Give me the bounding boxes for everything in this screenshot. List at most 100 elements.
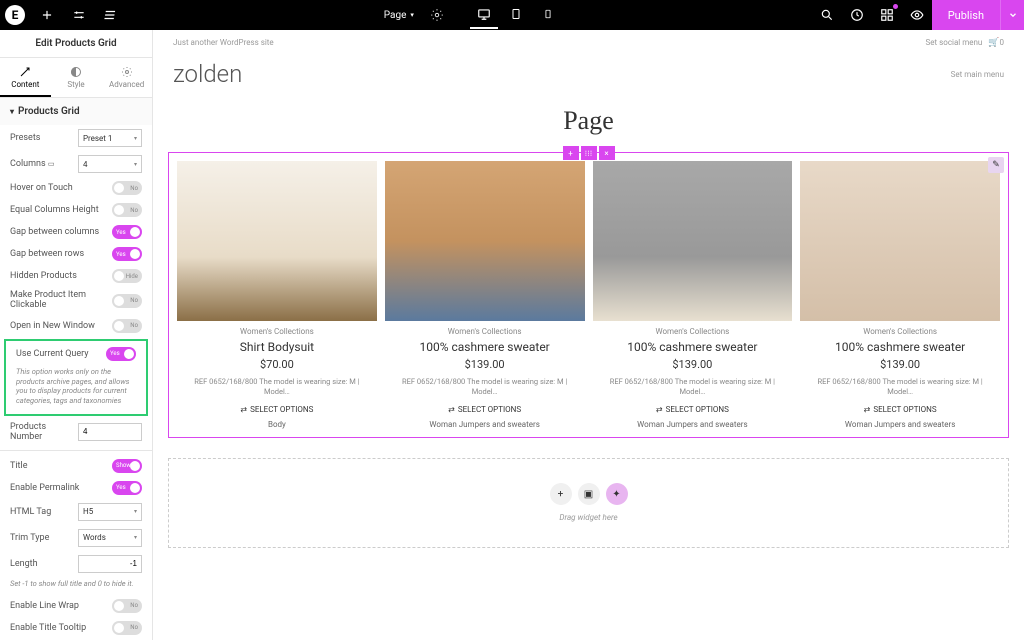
- site-settings-icon[interactable]: [64, 0, 94, 30]
- cart-icon: ⇄: [240, 405, 247, 414]
- publish-options-icon[interactable]: [1000, 0, 1024, 30]
- label-use-query: Use Current Query: [16, 349, 106, 359]
- product-card[interactable]: Women's Collections 100% cashmere sweate…: [593, 161, 793, 429]
- structure-icon[interactable]: [96, 0, 126, 30]
- toggle-clickable[interactable]: No: [112, 294, 142, 308]
- product-card[interactable]: Women's Collections 100% cashmere sweate…: [800, 161, 1000, 429]
- select-html-tag[interactable]: H5: [78, 503, 142, 521]
- add-section-icon[interactable]: +: [550, 483, 572, 505]
- product-category: Women's Collections: [593, 327, 793, 336]
- publish-button[interactable]: Publish: [932, 0, 1000, 30]
- product-tags[interactable]: Woman Jumpers and sweaters: [385, 420, 585, 429]
- product-title[interactable]: 100% cashmere sweater: [800, 340, 1000, 354]
- product-price: $139.00: [800, 358, 1000, 371]
- input-length[interactable]: [78, 555, 142, 573]
- product-title[interactable]: Shirt Bodysuit: [177, 340, 377, 354]
- label-hidden-prod: Hidden Products: [10, 271, 112, 281]
- tab-advanced[interactable]: Advanced: [101, 58, 152, 97]
- search-icon[interactable]: [812, 0, 842, 30]
- tab-style[interactable]: Style: [51, 58, 102, 97]
- select-trim-type[interactable]: Words: [78, 529, 142, 547]
- highlighted-control: Use Current QueryYes This option works o…: [4, 339, 148, 416]
- toggle-title[interactable]: Show: [112, 459, 142, 473]
- label-length: Length: [10, 559, 78, 569]
- toggle-gap-cols[interactable]: Yes: [112, 225, 142, 239]
- select-columns[interactable]: 4: [78, 155, 142, 173]
- label-title-tooltip: Enable Title Tooltip: [10, 623, 112, 633]
- input-products-num[interactable]: [78, 423, 142, 441]
- product-desc: REF 0652/168/800 The model is wearing si…: [177, 377, 377, 397]
- toggle-enable-permalink[interactable]: Yes: [112, 481, 142, 495]
- label-line-wrap: Enable Line Wrap: [10, 601, 112, 611]
- add-element-icon[interactable]: [32, 0, 62, 30]
- product-tags[interactable]: Body: [177, 420, 377, 429]
- desktop-view-icon[interactable]: [470, 1, 498, 29]
- select-options-button[interactable]: ⇄ SELECT OPTIONS: [800, 405, 1000, 414]
- product-image[interactable]: [800, 161, 1000, 321]
- product-category: Women's Collections: [800, 327, 1000, 336]
- history-icon[interactable]: [842, 0, 872, 30]
- page-dropdown[interactable]: Page ▾: [376, 10, 422, 21]
- select-options-button[interactable]: ⇄ SELECT OPTIONS: [177, 405, 377, 414]
- drop-zone[interactable]: + ▣ ✦ Drag widget here: [168, 458, 1009, 548]
- cart-icon: ⇄: [864, 405, 871, 414]
- product-title[interactable]: 100% cashmere sweater: [385, 340, 585, 354]
- sidebar-panel: Edit Products Grid Content Style Advance…: [0, 30, 153, 640]
- cart-icon[interactable]: 🛒: [988, 38, 999, 48]
- main-menu-link[interactable]: Set main menu: [951, 70, 1004, 79]
- product-card[interactable]: Women's Collections Shirt Bodysuit $70.0…: [177, 161, 377, 429]
- product-tags[interactable]: Woman Jumpers and sweaters: [800, 420, 1000, 429]
- select-presets[interactable]: Preset 1: [78, 129, 142, 147]
- help-use-query: This option works only on the products a…: [6, 365, 146, 412]
- toggle-new-window[interactable]: No: [112, 319, 142, 333]
- tab-content[interactable]: Content: [0, 58, 51, 97]
- widget-close-icon[interactable]: ×: [599, 146, 615, 160]
- label-presets: Presets: [10, 133, 78, 143]
- toggle-equal-cols[interactable]: No: [112, 203, 142, 217]
- product-card[interactable]: Women's Collections 100% cashmere sweate…: [385, 161, 585, 429]
- product-title[interactable]: 100% cashmere sweater: [593, 340, 793, 354]
- select-options-button[interactable]: ⇄ SELECT OPTIONS: [593, 405, 793, 414]
- product-image[interactable]: [385, 161, 585, 321]
- panel-title: Edit Products Grid: [0, 30, 152, 58]
- cart-count: 0: [1000, 38, 1005, 47]
- toggle-use-query[interactable]: Yes: [106, 347, 136, 361]
- toggle-title-tooltip[interactable]: No: [112, 621, 142, 635]
- product-image[interactable]: [177, 161, 377, 321]
- page-settings-icon[interactable]: [422, 0, 452, 30]
- widget-drag-icon[interactable]: ⁝⁝⁝: [581, 146, 597, 160]
- label-html-tag: HTML Tag: [10, 507, 78, 517]
- label-title: Title: [10, 461, 112, 471]
- preview-icon[interactable]: [902, 0, 932, 30]
- ai-icon[interactable]: ✦: [606, 483, 628, 505]
- elementor-logo[interactable]: E: [5, 5, 25, 25]
- label-products-num: Products Number: [10, 422, 78, 442]
- toggle-line-wrap[interactable]: No: [112, 599, 142, 613]
- template-icon[interactable]: ▣: [578, 483, 600, 505]
- product-tags[interactable]: Woman Jumpers and sweaters: [593, 420, 793, 429]
- responsive-icon[interactable]: ▭: [48, 160, 55, 168]
- site-brand[interactable]: zolden: [173, 60, 242, 88]
- widget-handle: + ⁝⁝⁝ ×: [153, 146, 1024, 160]
- toggle-hover-touch[interactable]: No: [112, 181, 142, 195]
- product-price: $139.00: [593, 358, 793, 371]
- product-image[interactable]: [593, 161, 793, 321]
- mobile-view-icon[interactable]: [534, 1, 562, 29]
- toggle-hidden-prod[interactable]: Hide: [112, 269, 142, 283]
- widget-add-icon[interactable]: +: [563, 146, 579, 160]
- product-desc: REF 0652/168/800 The model is wearing si…: [385, 377, 585, 397]
- toggle-gap-rows[interactable]: Yes: [112, 247, 142, 261]
- social-menu-link[interactable]: Set social menu: [926, 38, 983, 47]
- apps-icon[interactable]: [872, 0, 902, 30]
- select-options-button[interactable]: ⇄ SELECT OPTIONS: [385, 405, 585, 414]
- cart-icon: ⇄: [656, 405, 663, 414]
- label-gap-cols: Gap between columns: [10, 227, 112, 237]
- tablet-view-icon[interactable]: [502, 1, 530, 29]
- help-length: Set -1 to show full title and 0 to hide …: [0, 577, 152, 595]
- top-bar: E Page ▾ Publish: [0, 0, 1024, 30]
- products-grid-widget[interactable]: ✎ Women's Collections Shirt Bodysuit $70…: [168, 152, 1009, 438]
- page-label: Page: [384, 10, 407, 21]
- canvas: Just another WordPress site Set social m…: [153, 30, 1024, 640]
- label-enable-permalink: Enable Permalink: [10, 483, 112, 493]
- section-products-grid[interactable]: Products Grid: [0, 98, 152, 125]
